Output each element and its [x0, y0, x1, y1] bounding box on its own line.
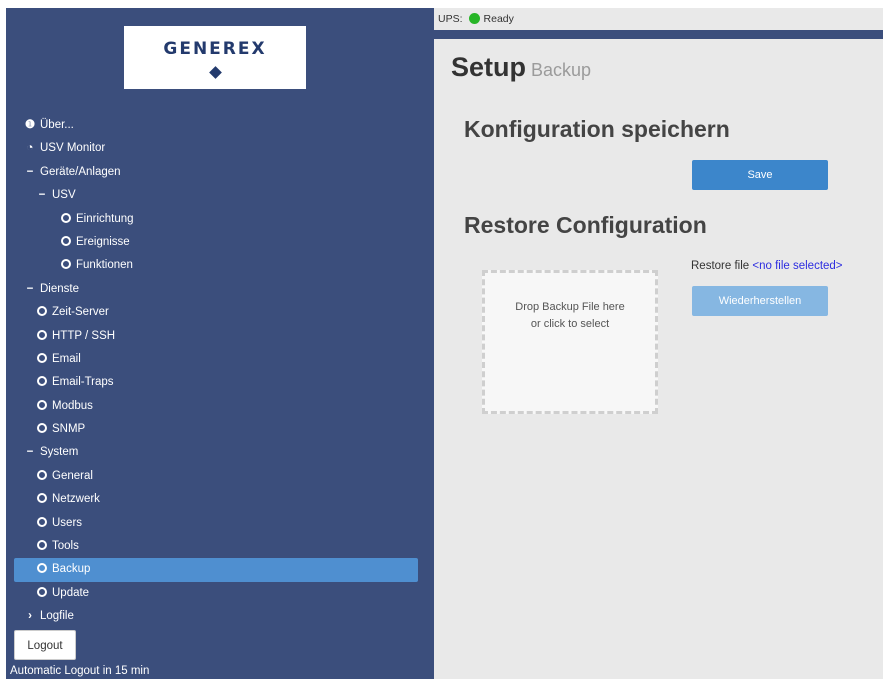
- sidebar-item-dienste[interactable]: − Dienste: [14, 278, 418, 301]
- sidebar-item-netzwerk[interactable]: Netzwerk: [14, 488, 418, 511]
- sidebar-item-general[interactable]: General: [14, 465, 418, 488]
- sidebar-item-label: Email: [52, 352, 81, 365]
- minus-icon: −: [38, 189, 46, 202]
- info-icon: ❶: [24, 119, 36, 131]
- sidebar-item-usv-monitor[interactable]: ◔ USV Monitor: [14, 137, 418, 160]
- minus-icon: −: [26, 282, 34, 295]
- gear-icon: [36, 395, 48, 418]
- sidebar-item-zeit-server[interactable]: Zeit-Server: [14, 301, 418, 324]
- chevron-right-icon: ›: [28, 610, 32, 623]
- sidebar-item-label: Email-Traps: [52, 376, 114, 389]
- sidebar-item-label: Netzwerk: [52, 493, 100, 506]
- dropzone-line-1: Drop Backup File here: [515, 301, 625, 313]
- dashboard-icon: ◔: [26, 142, 34, 155]
- sidebar-item-label: Dienste: [40, 282, 79, 295]
- sidebar-item-about[interactable]: ❶ Über...: [14, 114, 418, 137]
- minus-icon: −: [26, 165, 34, 178]
- sidebar-item-usv[interactable]: − USV: [14, 184, 418, 207]
- logo-text: GENEREX: [163, 39, 267, 59]
- gear-icon: [36, 348, 48, 371]
- ups-status-bar: UPS: Ready: [434, 8, 883, 30]
- sidebar-item-system[interactable]: − System: [14, 441, 418, 464]
- ups-status-text: Ready: [483, 13, 514, 25]
- header-divider: [434, 30, 883, 39]
- sidebar-item-label: Users: [52, 516, 83, 529]
- save-config-heading: Konfiguration speichern: [464, 116, 730, 142]
- sidebar-item-label: Tools: [52, 540, 79, 553]
- sidebar-nav: ❶ Über... ◔ USV Monitor − Geräte/Anlagen − U…: [14, 114, 418, 629]
- sidebar-item-label: USV: [52, 189, 76, 202]
- gear-icon: [36, 301, 48, 324]
- ups-status-label: UPS:: [438, 13, 463, 25]
- gear-icon: [36, 535, 48, 558]
- restore-button[interactable]: Wiederherstellen: [692, 286, 828, 316]
- save-button[interactable]: Save: [692, 160, 828, 190]
- main-content: UPS: Ready Setup Backup Konfiguration spei…: [434, 8, 883, 679]
- gear-icon: [60, 208, 72, 231]
- logout-button[interactable]: Logout: [14, 630, 76, 660]
- sidebar-item-label: USV Monitor: [40, 142, 106, 155]
- gear-icon: [36, 465, 48, 488]
- sidebar-item-email-traps[interactable]: Email-Traps: [14, 371, 418, 394]
- sidebar-item-label: SNMP: [52, 423, 86, 436]
- gear-icon: [60, 254, 72, 277]
- minus-icon: −: [26, 446, 34, 459]
- sidebar-item-backup[interactable]: Backup: [14, 558, 418, 582]
- sidebar-item-label: Zeit-Server: [52, 306, 109, 319]
- sidebar-item-label: Ereignisse: [76, 235, 130, 248]
- sidebar-item-http-ssh[interactable]: HTTP / SSH: [14, 325, 418, 348]
- sidebar-item-label: Geräte/Anlagen: [40, 165, 121, 178]
- sidebar-item-email[interactable]: Email: [14, 348, 418, 371]
- app-window: GENEREX ❶ Über... ◔ USV Monitor − Geräte/An…: [6, 8, 883, 679]
- gear-icon: [36, 558, 48, 581]
- gear-icon: [36, 325, 48, 348]
- gear-icon: [36, 512, 48, 535]
- restore-file-value: <no file selected>: [752, 260, 843, 272]
- generex-logo: GENEREX: [124, 26, 306, 89]
- sidebar-item-label: General: [52, 469, 93, 482]
- backup-dropzone[interactable]: Drop Backup File here or click to select: [482, 270, 658, 414]
- gear-icon: [36, 371, 48, 394]
- logo-diamond-icon: [208, 66, 222, 79]
- gear-icon: [36, 488, 48, 511]
- gear-icon: [36, 418, 48, 441]
- sidebar-item-logfile[interactable]: › Logfile: [14, 605, 418, 628]
- sidebar-item-tools[interactable]: Tools: [14, 535, 418, 558]
- dropzone-line-2: or click to select: [530, 318, 610, 330]
- sidebar-item-ereignisse[interactable]: Ereignisse: [14, 231, 418, 254]
- gear-icon: [36, 582, 48, 605]
- sidebar-item-geraete-anlagen[interactable]: − Geräte/Anlagen: [14, 161, 418, 184]
- sidebar-item-label: HTTP / SSH: [52, 329, 116, 342]
- sidebar-item-label: Logfile: [40, 610, 74, 623]
- sidebar-item-label: Über...: [40, 119, 74, 131]
- status-dot-icon: [468, 13, 480, 24]
- sidebar: GENEREX ❶ Über... ◔ USV Monitor − Geräte/An…: [6, 8, 434, 679]
- gear-icon: [60, 231, 72, 254]
- sidebar-item-modbus[interactable]: Modbus: [14, 395, 418, 418]
- sidebar-item-label: Funktionen: [76, 259, 133, 272]
- sidebar-item-label: Einrichtung: [76, 212, 134, 225]
- sidebar-item-users[interactable]: Users: [14, 512, 418, 535]
- sidebar-item-update[interactable]: Update: [14, 582, 418, 605]
- sidebar-item-einrichtung[interactable]: Einrichtung: [14, 208, 418, 231]
- sidebar-item-label: Modbus: [52, 399, 93, 412]
- restore-file-status: Restore file <no file selected>: [691, 260, 843, 272]
- sidebar-item-label: Update: [52, 586, 90, 599]
- restore-file-label: Restore file: [691, 260, 750, 272]
- sidebar-item-snmp[interactable]: SNMP: [14, 418, 418, 441]
- page-title: Setup Backup: [451, 52, 591, 83]
- sidebar-item-label: Backup: [52, 563, 91, 576]
- sidebar-item-label: System: [40, 446, 79, 459]
- restore-config-heading: Restore Configuration: [464, 212, 707, 238]
- page-title-text: Setup: [451, 52, 527, 82]
- sidebar-item-funktionen[interactable]: Funktionen: [14, 254, 418, 277]
- auto-logout-note: Automatic Logout in 15 min: [10, 665, 150, 677]
- page-subtitle: Backup: [531, 60, 592, 80]
